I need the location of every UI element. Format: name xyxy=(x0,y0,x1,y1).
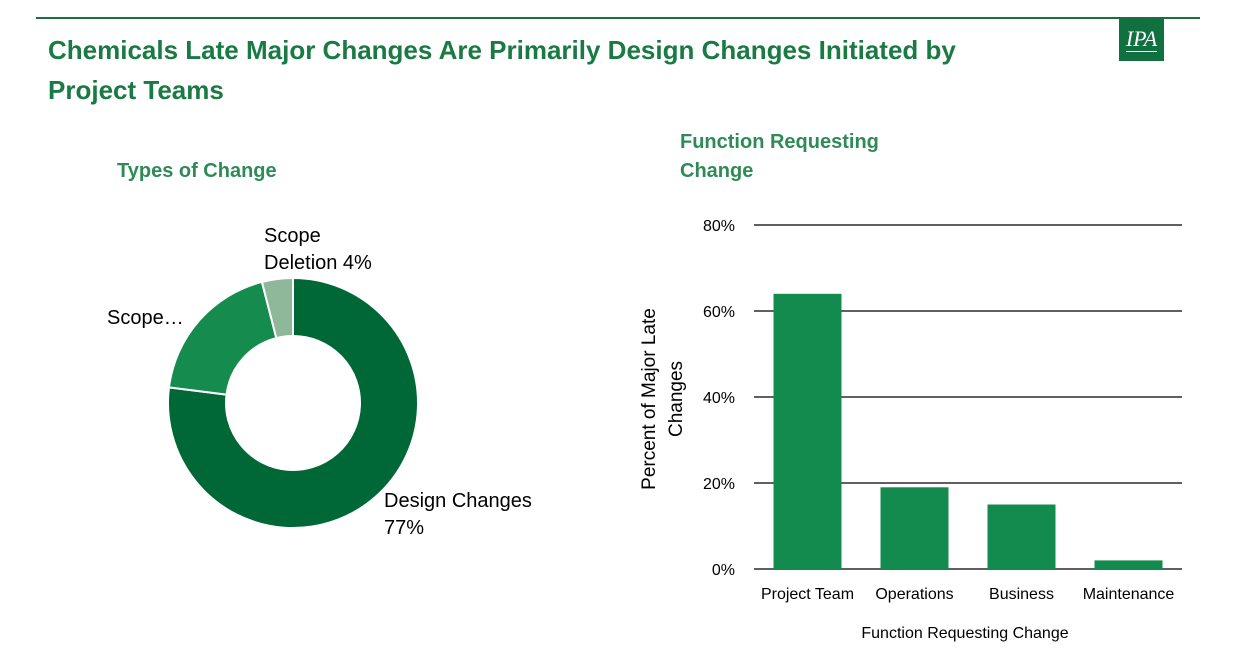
y-tick-label: 40% xyxy=(703,390,735,407)
x-tick-label: Project Team xyxy=(761,586,854,603)
x-tick-label: Operations xyxy=(875,586,953,603)
y-axis-label: Percent of Major Late Changes xyxy=(639,308,687,490)
bar-0 xyxy=(773,293,842,569)
y-tick-label: 80% xyxy=(703,218,735,235)
y-tick-label: 20% xyxy=(703,476,735,493)
charts-canvas: 0% 20% 40% 60% 80% Project Team Operations Busi… xyxy=(167,218,1182,642)
bar-1 xyxy=(880,487,949,569)
y-tick-label: 0% xyxy=(712,562,735,579)
bar-3 xyxy=(1094,560,1163,569)
y-tick-label: 60% xyxy=(703,304,735,321)
x-axis-label: Function Requesting Change xyxy=(861,625,1068,642)
bar-2 xyxy=(987,504,1056,569)
x-tick-label: Maintenance xyxy=(1083,586,1175,603)
donut-slice-1 xyxy=(167,280,278,396)
x-tick-label: Business xyxy=(989,586,1054,603)
